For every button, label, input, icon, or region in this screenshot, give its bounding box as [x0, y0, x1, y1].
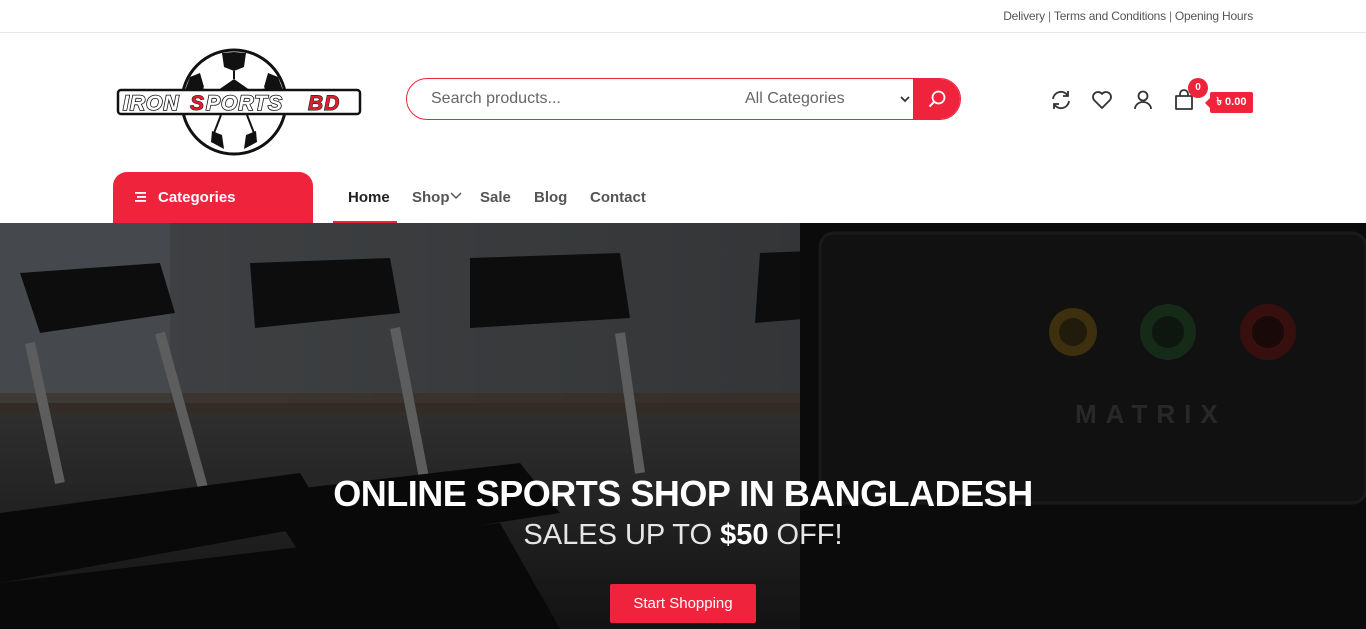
menu-icon — [135, 192, 146, 202]
nav-shop[interactable]: Shop — [412, 189, 450, 206]
nav-home[interactable]: Home — [348, 189, 390, 206]
heart-icon[interactable] — [1090, 88, 1114, 112]
nav-sale[interactable]: Sale — [480, 189, 511, 206]
chevron-down-icon — [900, 96, 910, 103]
hero-subtitle: SALES UP TO $50 OFF! — [0, 519, 1366, 552]
search-icon — [928, 90, 945, 108]
nav-blog[interactable]: Blog — [534, 189, 567, 206]
start-shopping-button[interactable]: Start Shopping — [610, 584, 756, 623]
terms-link[interactable]: Terms and Conditions — [1054, 9, 1166, 23]
hero-subtitle-amount: $50 — [720, 519, 769, 551]
top-links: Delivery | Terms and Conditions | Opening Ho… — [1003, 9, 1253, 23]
category-select-label: All Categories — [745, 90, 845, 107]
cart-total[interactable]: ৳ 0.00 — [1205, 92, 1253, 113]
category-select[interactable]: All Categories — [745, 79, 917, 119]
hero-background-image: MATRIX — [0, 223, 1366, 629]
svg-text:S: S — [190, 92, 205, 115]
hero-title: ONLINE SPORTS SHOP IN BANGLADESH — [333, 473, 1033, 514]
opening-hours-link[interactable]: Opening Hours — [1175, 9, 1253, 23]
hero-banner: MATRIX ONLINE SPORTS SHOP IN BANGLADESH … — [0, 223, 1366, 629]
search-button[interactable] — [913, 79, 960, 119]
hero-subtitle-post: OFF! — [768, 519, 843, 551]
nav-contact[interactable]: Contact — [590, 189, 646, 206]
categories-label: Categories — [158, 189, 236, 206]
svg-text:BD: BD — [308, 92, 340, 115]
search-input[interactable] — [431, 79, 731, 119]
user-icon[interactable] — [1131, 88, 1155, 112]
cart-count-badge: 0 — [1188, 78, 1208, 98]
site-logo[interactable]: IRON S PORTS BD — [116, 47, 362, 157]
chevron-down-icon[interactable] — [449, 191, 463, 201]
hero-subtitle-pre: SALES UP TO — [523, 519, 721, 551]
svg-text:IRON: IRON — [123, 92, 180, 115]
refresh-icon[interactable] — [1049, 88, 1073, 112]
delivery-link[interactable]: Delivery — [1003, 9, 1045, 23]
search-bar: All Categories — [406, 78, 961, 120]
svg-text:PORTS: PORTS — [206, 92, 283, 115]
categories-button[interactable]: Categories — [113, 172, 313, 223]
top-bar: Delivery | Terms and Conditions | Opening Ho… — [0, 0, 1366, 33]
